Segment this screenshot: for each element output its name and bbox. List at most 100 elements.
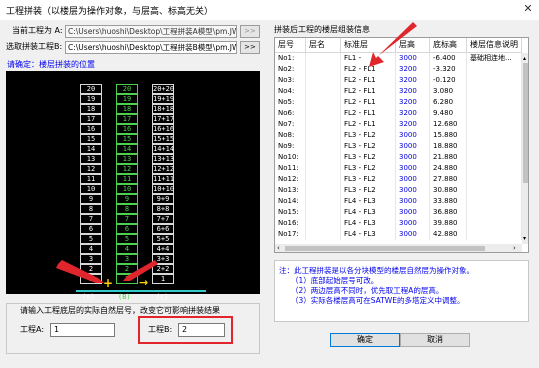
cell-standard-floor[interactable]: FL3 - FL2 [341,141,396,152]
scroll-down-icon[interactable]: ▾ [523,235,528,243]
cell-floor-no[interactable]: No14: [275,196,306,207]
cell-floor-description[interactable] [467,174,522,185]
cell-floor-description[interactable] [467,185,522,196]
cell-base-elevation[interactable]: 9.480 [430,108,467,119]
column-header-floor-name[interactable]: 层名 [306,38,341,53]
cell-floor-no[interactable]: No4: [275,86,306,97]
cell-floor-height[interactable]: 3200 [396,108,430,119]
cell-floor-no[interactable]: No7: [275,119,306,130]
cell-standard-floor[interactable]: FL3 - FL2 [341,152,396,163]
cell-floor-no[interactable]: No5: [275,97,306,108]
cell-floor-description[interactable] [467,229,522,240]
cell-standard-floor[interactable]: FL2 - FL1 [341,75,396,86]
cell-floor-no[interactable]: No1: [275,53,306,64]
cell-floor-name[interactable] [306,141,341,152]
cell-base-elevation[interactable]: -6.400 [430,53,467,64]
cell-floor-name[interactable] [306,53,341,64]
cell-floor-height[interactable]: 3000 [396,130,430,141]
cell-floor-name[interactable] [306,108,341,119]
cell-floor-no[interactable]: No16: [275,218,306,229]
cell-floor-no[interactable]: No10: [275,152,306,163]
scroll-up-icon[interactable]: ▴ [523,55,528,63]
cell-floor-name[interactable] [306,229,341,240]
table-row[interactable]: No7: FL2 - FL1 3200 12.680 [275,119,522,130]
current-project-browse-button[interactable]: >> [240,25,260,38]
project-a-base-floor-input[interactable]: 1 [50,323,115,337]
cell-floor-no[interactable]: No12: [275,174,306,185]
table-row[interactable]: No10: FL3 - FL2 3000 21.880 [275,152,522,163]
vertical-scrollbar[interactable]: ▴ ▾ [522,53,528,244]
table-row[interactable]: No3: FL2 - FL1 3200 -0.120 [275,75,522,86]
cell-floor-name[interactable] [306,152,341,163]
cell-floor-description[interactable] [467,86,522,97]
close-icon[interactable]: ✕ [521,2,535,16]
cell-floor-description[interactable] [467,108,522,119]
vertical-scroll-thumb[interactable] [523,63,528,183]
cell-floor-name[interactable] [306,86,341,97]
cell-floor-description[interactable] [467,64,522,75]
scroll-left-icon[interactable]: ‹ [277,244,280,252]
table-row[interactable]: No6: FL2 - FL1 3200 9.480 [275,108,522,119]
column-header-floor-description[interactable]: 楼层信息说明 [467,38,522,53]
cell-floor-no[interactable]: No11: [275,163,306,174]
cell-base-elevation[interactable]: 39.880 [430,218,467,229]
column-header-base-elevation[interactable]: 底标高 [430,38,467,53]
cell-standard-floor[interactable]: FL2 - FL1 [341,119,396,130]
cell-floor-name[interactable] [306,218,341,229]
cell-floor-height[interactable]: 3000 [396,163,430,174]
cell-standard-floor[interactable]: FL3 - FL2 [341,185,396,196]
table-row[interactable]: No11: FL3 - FL2 3000 24.880 [275,163,522,174]
cell-floor-name[interactable] [306,207,341,218]
cell-base-elevation[interactable]: 36.880 [430,207,467,218]
cell-standard-floor[interactable]: FL4 - FL3 [341,229,396,240]
cell-floor-description[interactable] [467,163,522,174]
table-row[interactable]: No16: FL4 - FL3 3000 39.880 [275,218,522,229]
cell-floor-name[interactable] [306,163,341,174]
table-row[interactable]: No14: FL4 - FL3 3000 33.880 [275,196,522,207]
cell-floor-height[interactable]: 3200 [396,75,430,86]
cell-standard-floor[interactable]: FL4 - FL3 [341,196,396,207]
cell-floor-description[interactable] [467,130,522,141]
column-header-floor-no[interactable]: 层号 [275,38,306,53]
cell-floor-name[interactable] [306,174,341,185]
cancel-button[interactable]: 取消 [400,333,470,347]
cell-floor-height[interactable]: 3200 [396,119,430,130]
cell-floor-description[interactable] [467,152,522,163]
cell-standard-floor[interactable]: FL4 - FL3 [341,207,396,218]
cell-base-elevation[interactable]: 21.880 [430,152,467,163]
cell-floor-height[interactable]: 3000 [396,141,430,152]
cell-floor-height[interactable]: 3000 [396,152,430,163]
cell-floor-description[interactable] [467,75,522,86]
cell-floor-description[interactable]: 基础相连地... [467,53,522,64]
cell-base-elevation[interactable]: 27.880 [430,174,467,185]
table-row[interactable]: No12: FL3 - FL2 3000 27.880 [275,174,522,185]
cell-standard-floor[interactable]: FL2 - FL1 [341,108,396,119]
cell-floor-name[interactable] [306,75,341,86]
cell-standard-floor[interactable]: FL3 - FL2 [341,163,396,174]
cell-floor-name[interactable] [306,196,341,207]
table-row[interactable]: No5: FL2 - FL1 3200 6.280 [275,97,522,108]
cell-base-elevation[interactable]: 42.880 [430,229,467,240]
horizontal-scroll-thumb[interactable] [285,246,485,251]
cell-base-elevation[interactable]: 18.880 [430,141,467,152]
cell-floor-height[interactable]: 3000 [396,196,430,207]
cell-floor-height[interactable]: 3000 [396,207,430,218]
cell-base-elevation[interactable]: 24.880 [430,163,467,174]
cell-floor-description[interactable] [467,196,522,207]
cell-floor-description[interactable] [467,218,522,229]
cell-floor-name[interactable] [306,64,341,75]
cell-base-elevation[interactable]: 12.680 [430,119,467,130]
cell-floor-description[interactable] [467,119,522,130]
cell-floor-no[interactable]: No17: [275,229,306,240]
cell-base-elevation[interactable]: 3.080 [430,86,467,97]
cell-floor-name[interactable] [306,97,341,108]
cell-standard-floor[interactable]: FL3 - FL2 [341,130,396,141]
table-row[interactable]: No9: FL3 - FL2 3000 18.880 [275,141,522,152]
cell-floor-height[interactable]: 3200 [396,97,430,108]
cell-floor-height[interactable]: 3000 [396,174,430,185]
table-row[interactable]: No8: FL3 - FL2 3000 15.880 [275,130,522,141]
select-project-browse-button[interactable]: >> [240,41,260,54]
cell-floor-description[interactable] [467,207,522,218]
table-row[interactable]: No17: FL4 - FL3 3000 42.880 [275,229,522,240]
cell-floor-description[interactable] [467,97,522,108]
